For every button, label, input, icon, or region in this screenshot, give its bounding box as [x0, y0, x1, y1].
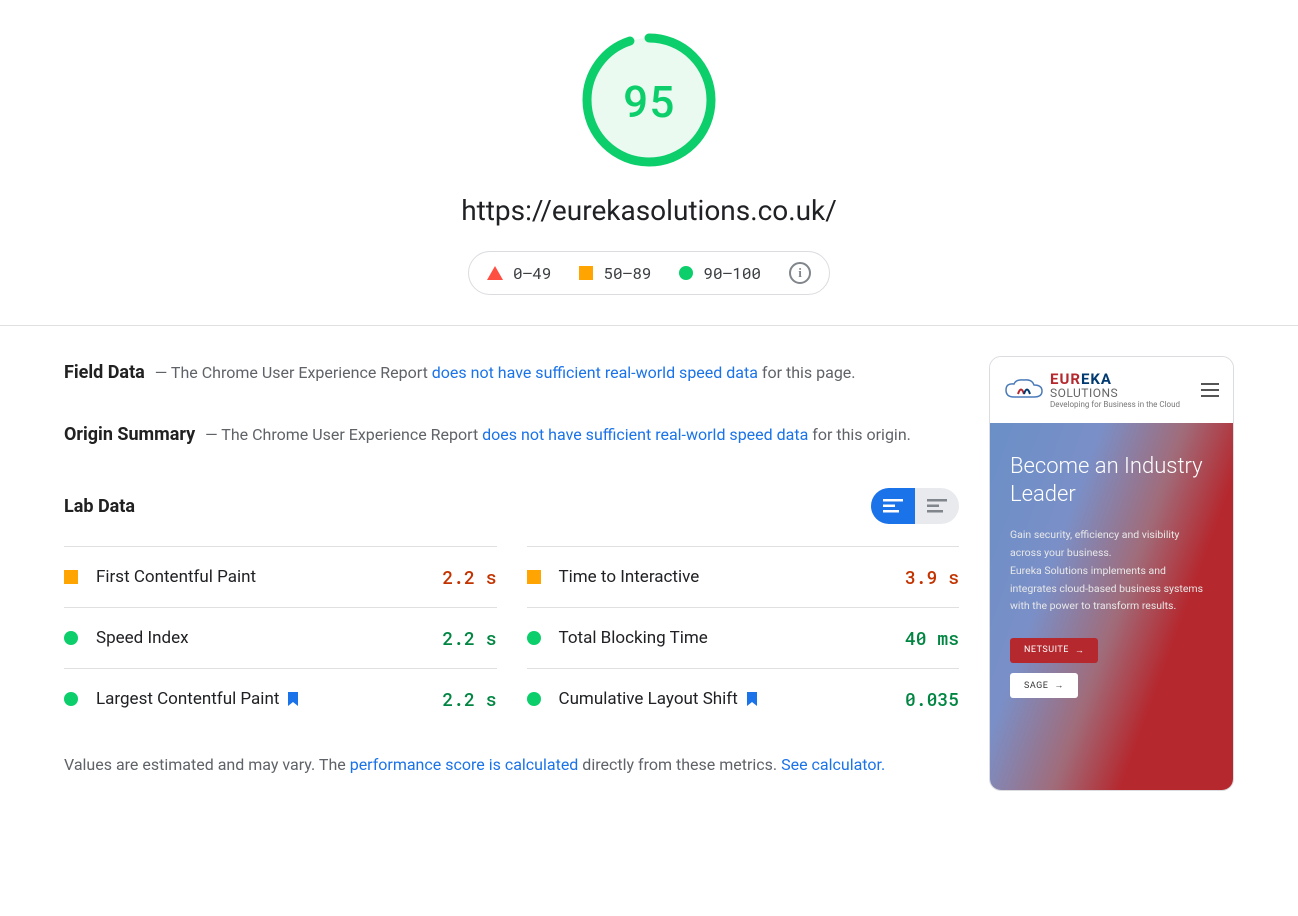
metric-value: 2.2 s [442, 565, 496, 589]
square-orange-icon [527, 570, 541, 584]
thumb-logo: EUREKA SOLUTIONS Developing for Business… [1004, 372, 1191, 409]
thumb-hero-title: Become an Industry Leader [1010, 453, 1213, 508]
circle-green-icon [527, 631, 541, 645]
legend-pass: 90–100 [679, 263, 761, 284]
see-calculator-link[interactable]: See calculator. [781, 755, 885, 774]
origin-summary-section: Origin Summary — The Chrome User Experie… [64, 418, 959, 452]
score-value: 95 [579, 30, 719, 170]
field-data-heading: Field Data [64, 362, 145, 383]
legend-pass-label: 90–100 [703, 263, 761, 284]
metric-row[interactable]: Total Blocking Time40 ms [527, 607, 960, 668]
field-data-link[interactable]: does not have sufficient real-world spee… [432, 363, 758, 382]
bookmark-icon [746, 692, 758, 706]
legend-fail: 0–49 [487, 263, 551, 284]
metric-value: 3.9 s [905, 565, 959, 589]
metric-value: 0.035 [905, 687, 959, 711]
metric-name: Total Blocking Time [559, 628, 905, 648]
score-section: 95 https://eurekasolutions.co.uk/ 0–49 5… [0, 0, 1298, 326]
metrics-grid: First Contentful Paint2.2 sSpeed Index2.… [64, 546, 959, 729]
score-calculated-link[interactable]: performance score is calculated [350, 755, 579, 774]
view-toggle-compact-button[interactable] [871, 488, 915, 524]
circle-green-icon [679, 266, 693, 280]
square-orange-icon [579, 266, 593, 280]
metric-row[interactable]: Speed Index2.2 s [64, 607, 497, 668]
square-orange-icon [64, 570, 78, 584]
legend-average: 50–89 [579, 263, 651, 284]
metric-name: First Contentful Paint [96, 567, 442, 587]
thumb-hero: Become an Industry Leader Gain security,… [990, 423, 1233, 790]
score-legend: 0–49 50–89 90–100 i [468, 251, 830, 295]
view-toggle [871, 488, 959, 524]
metric-name: Largest Contentful Paint [96, 689, 442, 709]
circle-green-icon [64, 692, 78, 706]
triangle-red-icon [487, 266, 503, 280]
metric-row[interactable]: Largest Contentful Paint2.2 s [64, 668, 497, 729]
info-icon[interactable]: i [789, 262, 811, 284]
score-gauge: 95 [579, 30, 719, 170]
hamburger-icon [1201, 383, 1219, 397]
thumb-header: EUREKA SOLUTIONS Developing for Business… [990, 357, 1233, 423]
tested-url: https://eurekasolutions.co.uk/ [461, 194, 837, 227]
metric-value: 2.2 s [442, 687, 496, 711]
metric-value: 2.2 s [442, 626, 496, 650]
legend-fail-label: 0–49 [513, 263, 551, 284]
metric-row[interactable]: Time to Interactive3.9 s [527, 546, 960, 607]
view-toggle-expanded-button[interactable] [915, 488, 959, 524]
cloud-logo-icon [1004, 377, 1044, 403]
lab-disclaimer: Values are estimated and may vary. The p… [64, 751, 959, 778]
metrics-col-left: First Contentful Paint2.2 sSpeed Index2.… [64, 546, 497, 729]
align-left-dim-icon [927, 499, 947, 513]
metric-name: Speed Index [96, 628, 442, 648]
arrow-right-icon: → [1075, 645, 1085, 656]
circle-green-icon [527, 692, 541, 706]
align-left-icon [883, 499, 903, 513]
metric-value: 40 ms [905, 626, 959, 650]
origin-summary-heading: Origin Summary [64, 424, 195, 445]
lab-data-heading: Lab Data [64, 496, 135, 517]
metric-name: Cumulative Layout Shift [559, 689, 905, 709]
thumb-netsuite-button: NETSUITE → [1010, 638, 1098, 663]
metric-name: Time to Interactive [559, 567, 905, 587]
legend-average-label: 50–89 [603, 263, 651, 284]
metrics-col-right: Time to Interactive3.9 sTotal Blocking T… [527, 546, 960, 729]
thumb-sage-button: SAGE → [1010, 673, 1078, 698]
metric-row[interactable]: Cumulative Layout Shift0.035 [527, 668, 960, 729]
origin-summary-link[interactable]: does not have sufficient real-world spee… [482, 425, 808, 444]
circle-green-icon [64, 631, 78, 645]
thumb-hero-body: Gain security, efficiency and visibility… [1010, 526, 1213, 615]
metric-row[interactable]: First Contentful Paint2.2 s [64, 546, 497, 607]
arrow-right-icon: → [1054, 680, 1064, 691]
page-screenshot-thumbnail: EUREKA SOLUTIONS Developing for Business… [989, 356, 1234, 791]
field-data-section: Field Data — The Chrome User Experience … [64, 356, 959, 390]
bookmark-icon [287, 692, 299, 706]
